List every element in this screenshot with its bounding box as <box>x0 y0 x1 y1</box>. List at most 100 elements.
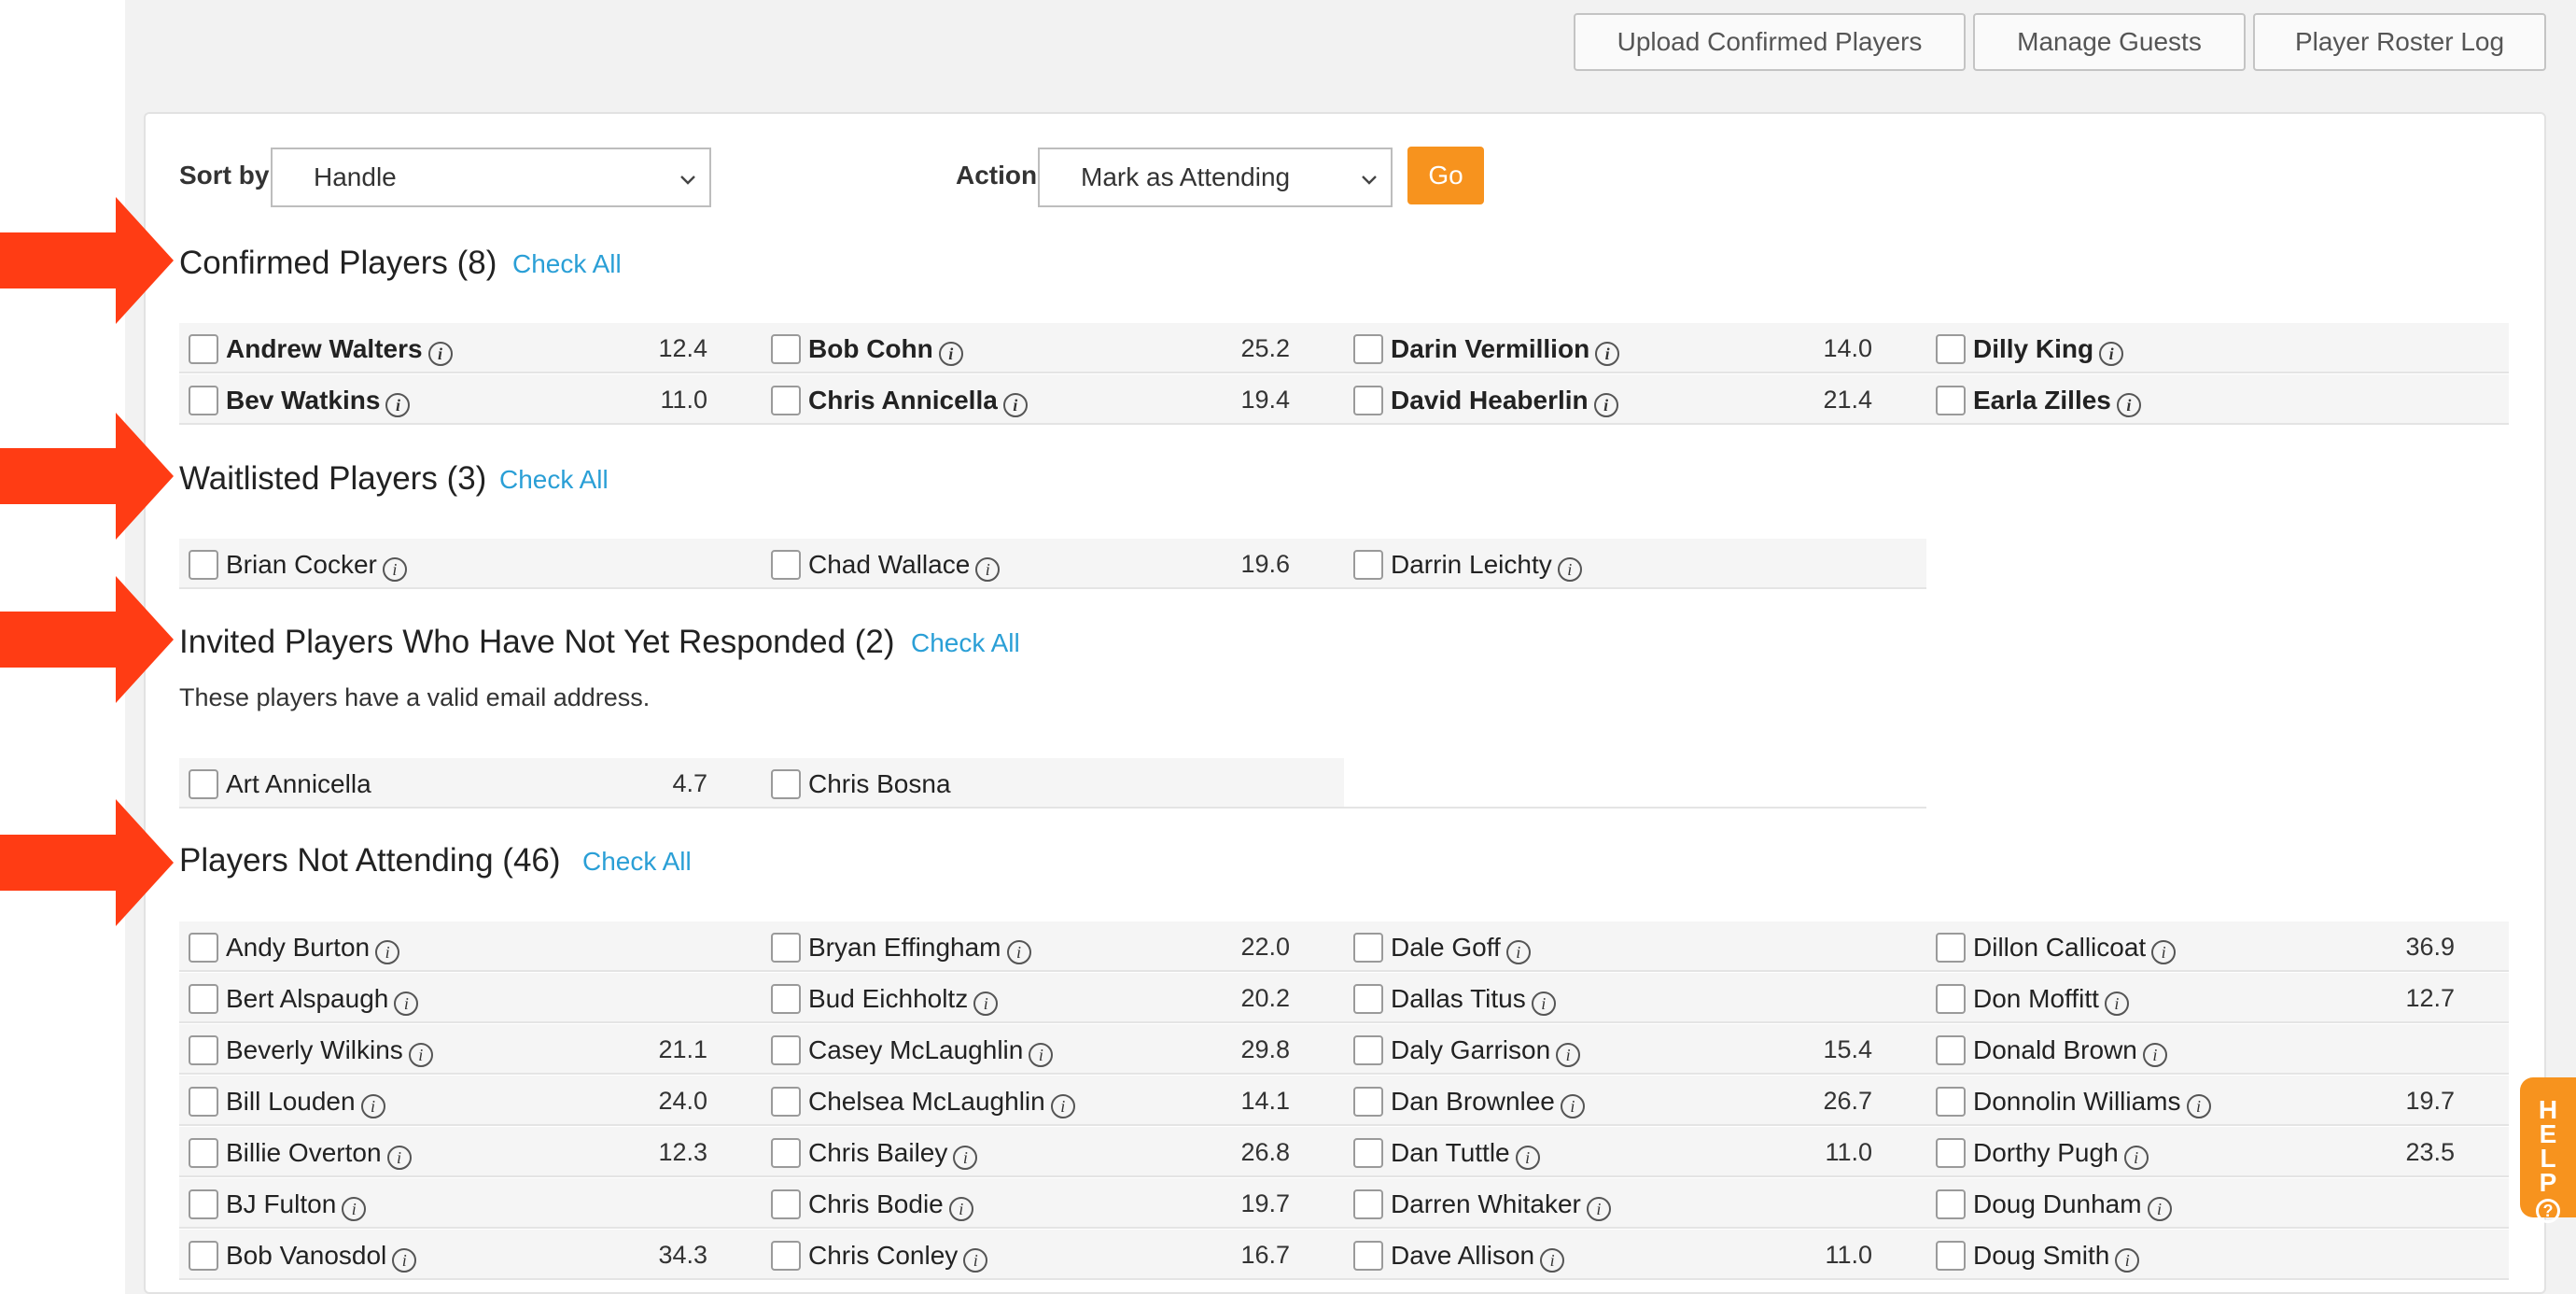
player-checkbox[interactable] <box>1353 550 1383 580</box>
info-icon[interactable]: i <box>1557 557 1582 582</box>
info-icon[interactable]: i <box>1515 1146 1540 1170</box>
player-row[interactable]: Casey McLaughlin i 29.8 <box>762 1024 1344 1075</box>
go-button[interactable]: Go <box>1407 147 1484 204</box>
player-checkbox[interactable] <box>189 386 218 415</box>
player-checkbox[interactable] <box>771 769 801 799</box>
player-checkbox[interactable] <box>771 1087 801 1117</box>
player-row[interactable]: Chris Annicella i 19.4 <box>762 374 1344 425</box>
player-row[interactable]: Donnolin Williams i 19.7 <box>1926 1076 2509 1126</box>
action-select[interactable]: Mark as Attending <box>1038 148 1393 207</box>
player-checkbox[interactable] <box>189 1138 218 1168</box>
player-roster-log-button[interactable]: Player Roster Log <box>2253 13 2546 71</box>
player-row[interactable]: Chris Bailey i 26.8 <box>762 1127 1344 1177</box>
info-icon[interactable]: i <box>1050 1094 1075 1118</box>
info-icon[interactable]: i <box>975 557 1001 582</box>
player-checkbox[interactable] <box>771 1138 801 1168</box>
player-row[interactable]: Chris Bodie i 19.7 <box>762 1178 1344 1229</box>
player-checkbox[interactable] <box>771 550 801 580</box>
player-row[interactable]: Andrew Walters i 12.4 <box>179 323 762 373</box>
player-row[interactable]: Darren Whitaker i <box>1344 1178 1926 1229</box>
info-icon[interactable]: i <box>360 1094 385 1118</box>
info-icon[interactable]: i <box>2116 393 2141 417</box>
player-row[interactable]: Chris Conley i 16.7 <box>762 1230 1344 1280</box>
player-row[interactable]: Dale Goff i <box>1344 921 1926 972</box>
player-row[interactable]: Bev Watkins i 11.0 <box>179 374 762 425</box>
player-row[interactable]: Earla Zilles i <box>1926 374 2509 425</box>
player-row[interactable]: Bob Vanosdol i 34.3 <box>179 1230 762 1280</box>
manage-guests-button[interactable]: Manage Guests <box>1973 13 2246 71</box>
info-icon[interactable]: i <box>2099 342 2124 366</box>
player-row[interactable]: Chad Wallace i 19.6 <box>762 539 1344 589</box>
check-all-invited-link[interactable]: Check All <box>911 628 1020 658</box>
info-icon[interactable]: i <box>1560 1094 1585 1118</box>
player-checkbox[interactable] <box>1353 1035 1383 1065</box>
player-checkbox[interactable] <box>189 1241 218 1271</box>
player-row[interactable]: Art Annicella 4.7 <box>179 758 762 809</box>
info-icon[interactable]: i <box>2151 940 2177 964</box>
player-checkbox[interactable] <box>1936 933 1966 963</box>
player-checkbox[interactable] <box>1353 334 1383 364</box>
info-icon[interactable]: i <box>1002 393 1028 417</box>
player-checkbox[interactable] <box>1353 386 1383 415</box>
player-row[interactable]: Dan Tuttle i 11.0 <box>1344 1127 1926 1177</box>
player-checkbox[interactable] <box>1936 386 1966 415</box>
info-icon[interactable]: i <box>953 1146 978 1170</box>
player-row[interactable]: Doug Smith i <box>1926 1230 2509 1280</box>
player-row[interactable]: Daly Garrison i 15.4 <box>1344 1024 1926 1075</box>
info-icon[interactable]: i <box>385 393 411 417</box>
player-row[interactable]: Andy Burton i <box>179 921 762 972</box>
check-all-not-attending-link[interactable]: Check All <box>582 847 692 877</box>
player-row[interactable]: Don Moffitt i 12.7 <box>1926 973 2509 1023</box>
player-checkbox[interactable] <box>189 769 218 799</box>
info-icon[interactable]: i <box>1586 1197 1611 1221</box>
player-row[interactable]: Darin Vermillion i 14.0 <box>1344 323 1926 373</box>
player-row[interactable]: Dillon Callicoat i 36.9 <box>1926 921 2509 972</box>
player-row[interactable]: BJ Fulton i <box>179 1178 762 1229</box>
player-row[interactable]: Dan Brownlee i 26.7 <box>1344 1076 1926 1126</box>
player-checkbox[interactable] <box>771 933 801 963</box>
player-checkbox[interactable] <box>1936 334 1966 364</box>
info-icon[interactable]: i <box>1556 1043 1581 1067</box>
info-icon[interactable]: i <box>938 342 963 366</box>
player-row[interactable]: Billie Overton i 12.3 <box>179 1127 762 1177</box>
player-checkbox[interactable] <box>771 1189 801 1219</box>
player-row[interactable]: Bob Cohn i 25.2 <box>762 323 1344 373</box>
player-checkbox[interactable] <box>1936 1189 1966 1219</box>
player-checkbox[interactable] <box>1353 1189 1383 1219</box>
info-icon[interactable]: i <box>1006 940 1031 964</box>
player-row[interactable]: Dorthy Pugh i 23.5 <box>1926 1127 2509 1177</box>
upload-confirmed-players-button[interactable]: Upload Confirmed Players <box>1574 13 1966 71</box>
player-checkbox[interactable] <box>771 1241 801 1271</box>
player-checkbox[interactable] <box>1353 1138 1383 1168</box>
player-checkbox[interactable] <box>771 386 801 415</box>
player-checkbox[interactable] <box>1353 1087 1383 1117</box>
player-row[interactable]: Brian Cocker i <box>179 539 762 589</box>
info-icon[interactable]: i <box>2104 992 2129 1016</box>
player-checkbox[interactable] <box>189 1087 218 1117</box>
info-icon[interactable]: i <box>2123 1146 2149 1170</box>
player-row[interactable]: Bill Louden i 24.0 <box>179 1076 762 1126</box>
player-row[interactable]: Dallas Titus i <box>1344 973 1926 1023</box>
info-icon[interactable]: i <box>342 1197 367 1221</box>
player-checkbox[interactable] <box>771 1035 801 1065</box>
info-icon[interactable]: i <box>1595 342 1620 366</box>
info-icon[interactable]: i <box>375 940 400 964</box>
info-icon[interactable]: i <box>1593 393 1618 417</box>
player-row[interactable]: Dave Allison i 11.0 <box>1344 1230 1926 1280</box>
player-checkbox[interactable] <box>1353 1241 1383 1271</box>
player-checkbox[interactable] <box>189 1189 218 1219</box>
info-icon[interactable]: i <box>386 1146 412 1170</box>
info-icon[interactable]: i <box>392 1248 417 1273</box>
info-icon[interactable]: i <box>394 992 419 1016</box>
player-row[interactable]: Bud Eichholtz i 20.2 <box>762 973 1344 1023</box>
info-icon[interactable]: i <box>1505 940 1531 964</box>
info-icon[interactable]: i <box>2147 1197 2172 1221</box>
player-row[interactable]: David Heaberlin i 21.4 <box>1344 374 1926 425</box>
info-icon[interactable]: i <box>408 1043 433 1067</box>
check-all-confirmed-link[interactable]: Check All <box>512 249 622 279</box>
info-icon[interactable]: i <box>382 557 407 582</box>
player-row[interactable]: Darrin Leichty i <box>1344 539 1926 589</box>
player-row[interactable]: Chelsea McLaughlin i 14.1 <box>762 1076 1344 1126</box>
player-row[interactable]: Bryan Effingham i 22.0 <box>762 921 1344 972</box>
player-row[interactable]: Chris Bosna <box>762 758 1344 809</box>
